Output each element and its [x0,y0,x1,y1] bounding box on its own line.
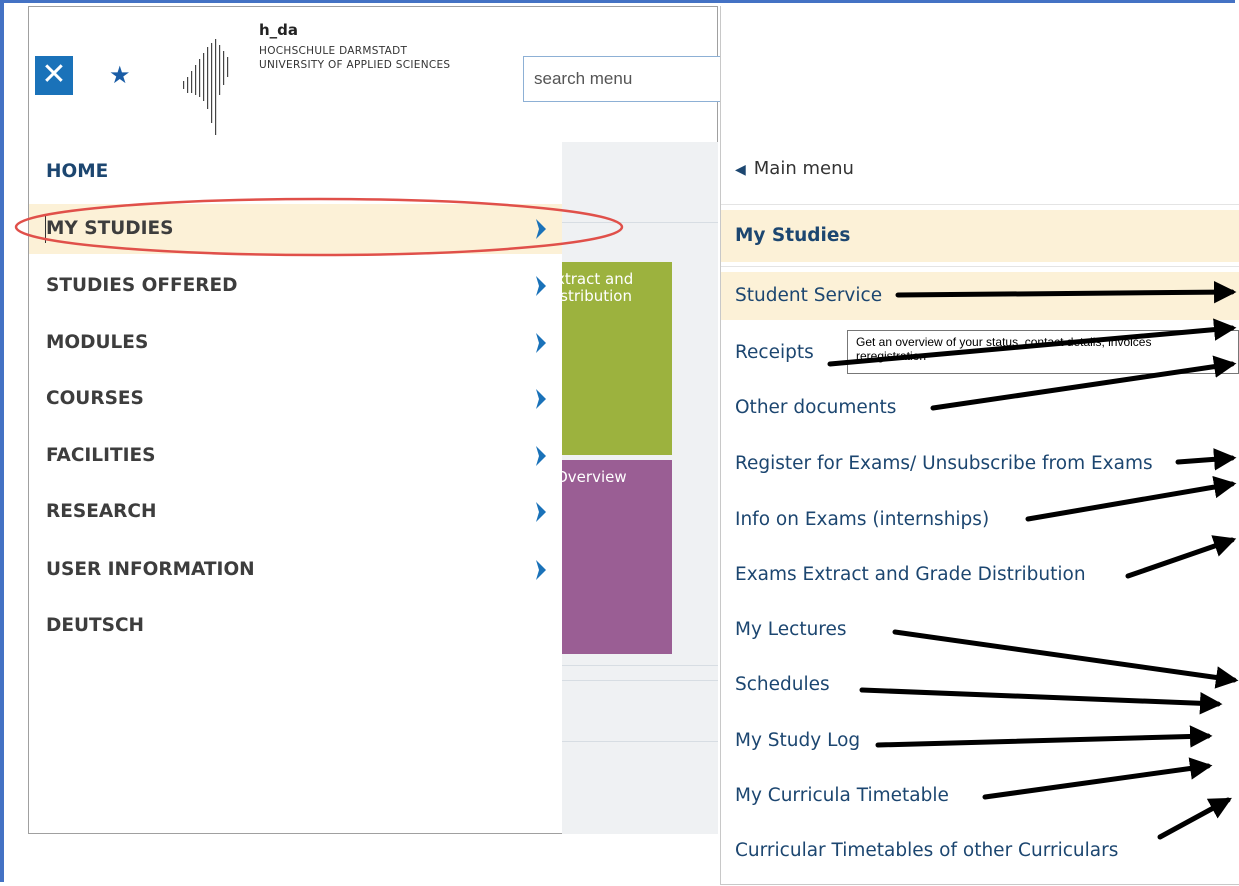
submenu-item-exams-extract[interactable]: Exams Extract and Grade Distribution [735,564,1086,585]
main-menu-panel: xtract and istribution Overview ✕ ★ h_da… [14,6,723,834]
nav-item-courses[interactable]: COURSES [29,374,562,424]
submenu-item-curricula-timetable[interactable]: My Curricula Timetable [735,785,949,806]
close-menu-button[interactable]: ✕ [35,56,73,95]
submenu-item-my-lectures[interactable]: My Lectures [735,619,847,640]
nav-item-deutsch[interactable]: DEUTSCH [29,601,562,651]
nav-item-facilities[interactable]: FACILITIES [29,431,562,481]
chevron-right-icon [536,560,546,580]
nav-item-studies-offered[interactable]: STUDIES OFFERED [29,261,562,311]
nav-item-label: MODULES [46,332,149,353]
favorites-button[interactable]: ★ [109,63,131,87]
submenu-item-other-curriculars[interactable]: Curricular Timetables of other Curricula… [735,840,1118,861]
nav-item-my-studies[interactable]: MY STUDIES [14,197,624,257]
submenu-item-study-log[interactable]: My Study Log [735,730,860,751]
logo-title: h_da [259,21,299,39]
back-link-label: Main menu [753,158,854,179]
star-icon: ★ [109,61,131,89]
submenu-panel: ◀ Main menu My Studies Student Service Re… [720,6,1239,885]
hda-logo-icon [183,39,229,135]
nav-item-label: RESEARCH [46,501,157,522]
submenu-title[interactable]: My Studies [721,210,1239,262]
close-icon: ✕ [41,57,67,92]
submenu-item-other-documents[interactable]: Other documents [735,397,896,418]
tile-text: istribution [562,287,632,305]
nav-item-modules[interactable]: MODULES [29,318,562,368]
nav-item-label: COURSES [46,388,144,409]
tile-text: Overview [562,468,627,486]
submenu-item-register-exams[interactable]: Register for Exams/ Unsubscribe from Exa… [735,453,1153,474]
submenu-item-student-service[interactable]: Student Service [721,272,1239,320]
background-divider [562,665,718,666]
chevron-right-icon [536,446,546,466]
chevron-right-icon [536,502,546,522]
nav-item-user-information[interactable]: USER INFORMATION [29,545,562,595]
submenu-item-info-exams[interactable]: Info on Exams (internships) [735,509,989,530]
logo-subtitle: UNIVERSITY OF APPLIED SCIENCES [259,59,451,71]
submenu-item-schedules[interactable]: Schedules [735,674,830,695]
nav-item-label: FACILITIES [46,445,156,466]
divider [721,266,1239,267]
nav-item-home[interactable]: HOME [29,147,562,197]
annotation-ellipse [14,197,624,257]
divider [721,204,1239,205]
background-divider [562,741,718,742]
background-tile-overview[interactable]: Overview [562,460,672,654]
chevron-left-icon: ◀ [735,162,746,178]
nav-item-label: HOME [46,161,109,182]
tooltip-text: Get an overview of your status, contact … [856,335,1152,349]
chevron-right-icon [536,333,546,353]
nav-item-label: DEUTSCH [46,615,145,636]
logo-subtitle: HOCHSCHULE DARMSTADT [259,45,408,57]
nav-item-research[interactable]: RESEARCH [29,487,562,537]
chevron-right-icon [536,276,546,296]
nav-item-label: USER INFORMATION [46,559,255,580]
tooltip: Get an overview of your status, contact … [847,330,1239,374]
tile-text: xtract and [562,270,634,288]
background-tile-exams-extract[interactable]: xtract and istribution [562,262,672,455]
chevron-right-icon [536,389,546,409]
tooltip-text: reregistration [856,349,927,363]
background-divider [562,680,718,681]
search-menu-input[interactable] [523,56,723,102]
submenu-item-receipts[interactable]: Receipts [735,342,814,363]
nav-item-label: STUDIES OFFERED [46,275,238,296]
back-to-main-menu-link[interactable]: ◀ Main menu [735,158,854,179]
